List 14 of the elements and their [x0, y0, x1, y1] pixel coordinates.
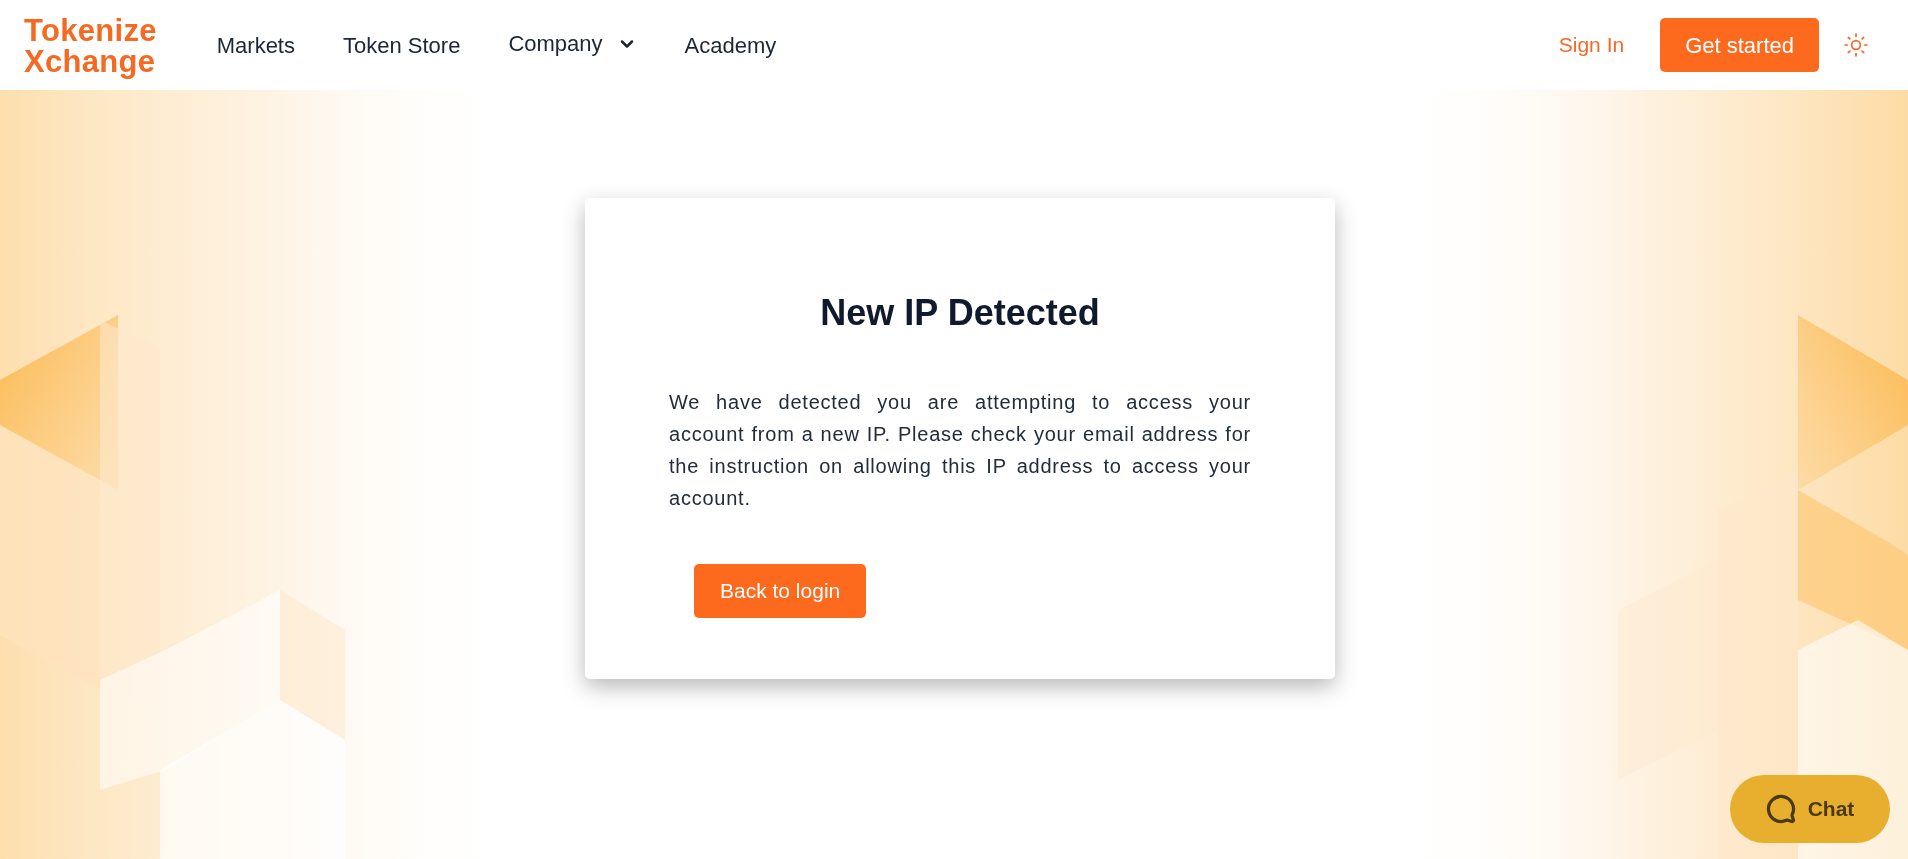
card-message: We have detected you are attempting to access your account from a new IP. Please check your email address for the instruction on allowing this IP address to access your account. [669, 390, 1251, 511]
sign-in-link[interactable]: Sign In [1558, 29, 1625, 61]
nav-link[interactable]: Token Store [343, 28, 461, 62]
card-title: New IP Detected [819, 291, 1101, 335]
logo[interactable]: Tokenize Xchange [24, 15, 157, 77]
speech-bubble-icon [1765, 794, 1796, 824]
theme-toggle-button[interactable] [1843, 32, 1869, 58]
sun-icon [1843, 32, 1869, 58]
nav-link[interactable]: Markets [216, 28, 295, 62]
back-to-login-button[interactable]: Back to login [694, 564, 867, 618]
nav-link[interactable]: Academy [684, 28, 777, 62]
nav-dropdown[interactable]: Company [508, 27, 637, 63]
chat-button[interactable]: Chat [1730, 775, 1890, 843]
get-started-button[interactable]: Get started [1660, 18, 1819, 72]
